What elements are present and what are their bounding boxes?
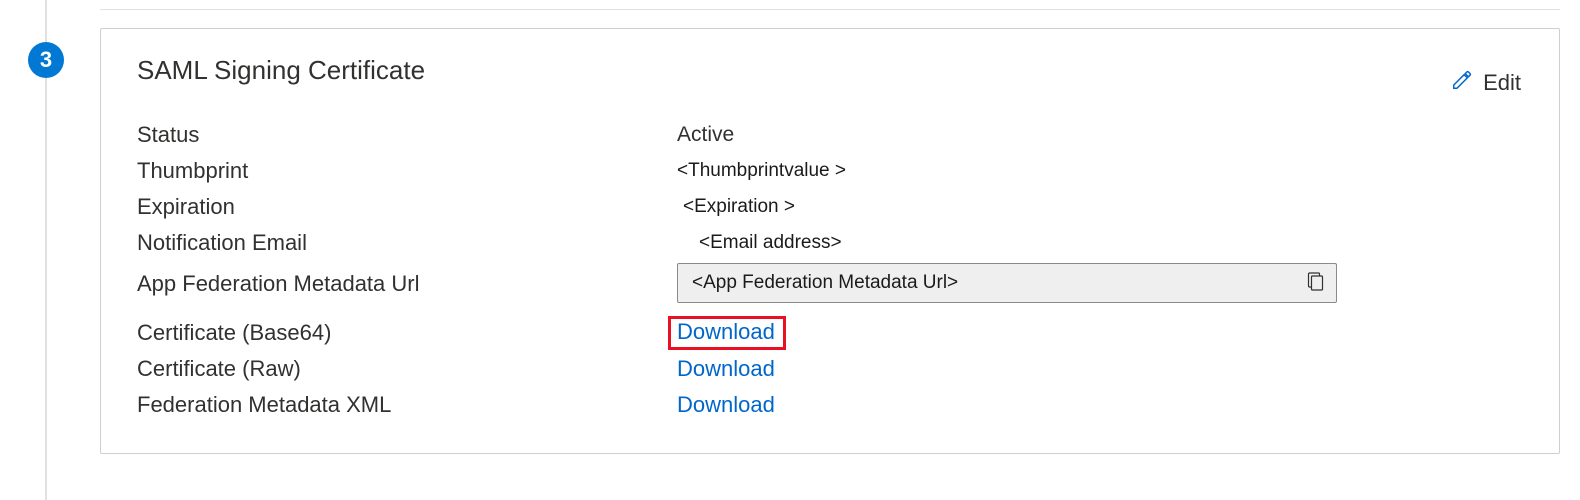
row-fed-metadata-xml: Federation Metadata XML Download xyxy=(137,387,1527,423)
value-federation-url-container: <App Federation Metadata Url> xyxy=(677,261,1527,307)
card-title: SAML Signing Certificate xyxy=(137,55,425,86)
federation-url-field: <App Federation Metadata Url> xyxy=(677,263,1337,303)
highlight-box: Download xyxy=(668,316,786,350)
card-header: SAML Signing Certificate Edit xyxy=(137,55,1527,91)
value-fed-metadata-xml: Download xyxy=(677,392,1527,418)
value-expiration: <Expiration > xyxy=(677,196,1527,218)
pencil-icon xyxy=(1451,69,1473,97)
download-fed-metadata-xml-link[interactable]: Download xyxy=(677,392,775,417)
copy-icon xyxy=(1306,271,1326,296)
label-notification-email: Notification Email xyxy=(137,230,677,256)
label-federation-url: App Federation Metadata Url xyxy=(137,271,677,297)
value-thumbprint: <Thumbprintvalue > xyxy=(677,160,1527,182)
top-divider xyxy=(100,2,1560,10)
copy-url-button[interactable] xyxy=(1304,269,1328,298)
edit-button-label: Edit xyxy=(1483,70,1521,96)
row-thumbprint: Thumbprint <Thumbprintvalue > xyxy=(137,153,1527,189)
row-cert-raw: Certificate (Raw) Download xyxy=(137,351,1527,387)
value-notification-email: <Email address> xyxy=(677,232,1527,254)
row-federation-url: App Federation Metadata Url <App Federat… xyxy=(137,261,1527,307)
row-cert-base64: Certificate (Base64) Download xyxy=(137,315,1527,351)
step-number-badge: 3 xyxy=(28,42,64,78)
label-expiration: Expiration xyxy=(137,194,677,220)
value-cert-base64: Download xyxy=(677,316,1527,350)
label-cert-base64: Certificate (Base64) xyxy=(137,320,677,346)
saml-signing-certificate-card: SAML Signing Certificate Edit Status Act… xyxy=(100,28,1560,454)
value-cert-raw: Download xyxy=(677,356,1527,382)
federation-url-text[interactable]: <App Federation Metadata Url> xyxy=(692,272,1304,294)
label-thumbprint: Thumbprint xyxy=(137,158,677,184)
download-cert-raw-link[interactable]: Download xyxy=(677,356,775,381)
row-status: Status Active xyxy=(137,117,1527,153)
label-status: Status xyxy=(137,122,677,148)
row-notification-email: Notification Email <Email address> xyxy=(137,225,1527,261)
row-expiration: Expiration <Expiration > xyxy=(137,189,1527,225)
field-rows: Status Active Thumbprint <Thumbprintvalu… xyxy=(137,117,1527,423)
edit-button[interactable]: Edit xyxy=(1445,65,1527,101)
step-number: 3 xyxy=(40,47,52,73)
label-fed-metadata-xml: Federation Metadata XML xyxy=(137,392,677,418)
value-status: Active xyxy=(677,123,1527,147)
download-cert-base64-link[interactable]: Download xyxy=(677,319,775,344)
label-cert-raw: Certificate (Raw) xyxy=(137,356,677,382)
